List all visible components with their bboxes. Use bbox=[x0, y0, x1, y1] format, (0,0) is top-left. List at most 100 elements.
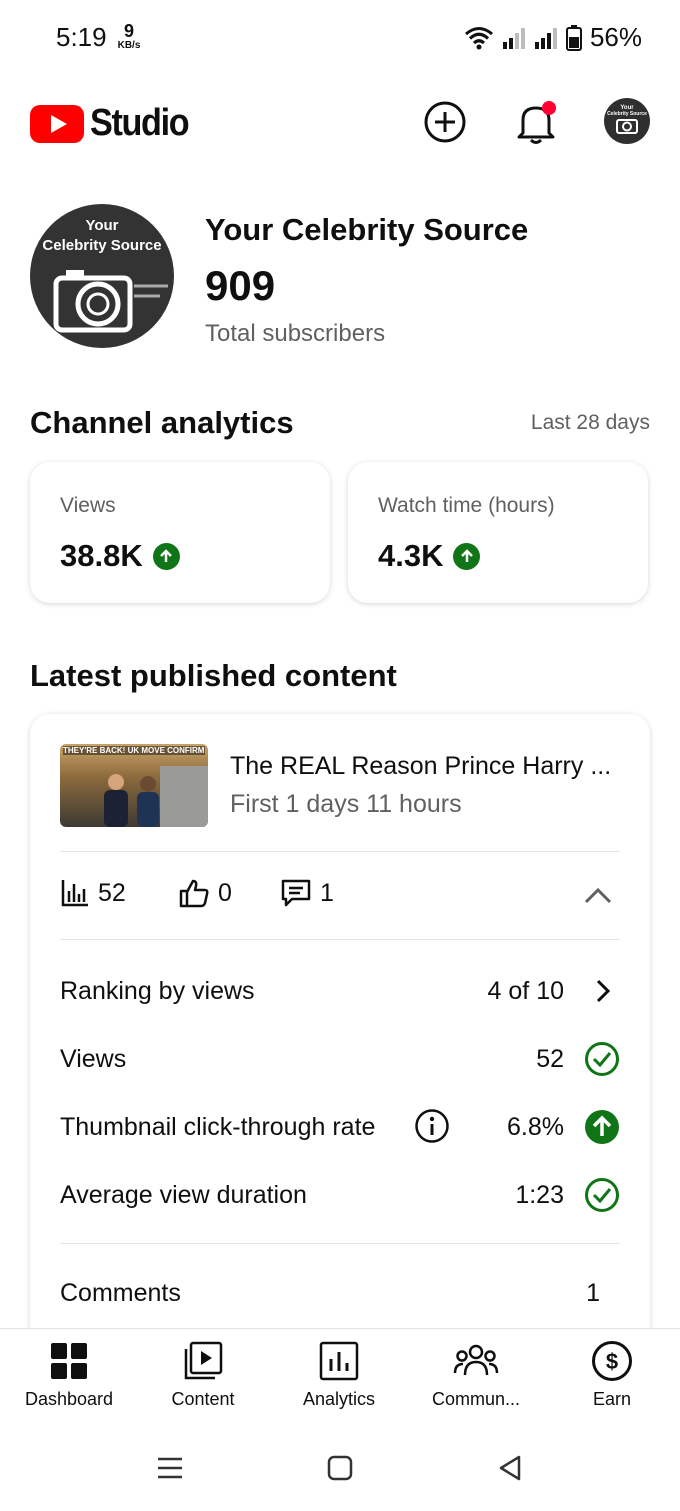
nav-content[interactable]: Content bbox=[143, 1339, 263, 1410]
ranking-row[interactable]: Ranking by views 4 of 10 bbox=[60, 971, 620, 1011]
subscriber-count: 909 bbox=[205, 262, 276, 309]
row-label: Comments bbox=[60, 1278, 181, 1307]
latest-content-title: Latest published content bbox=[30, 658, 397, 693]
ctr-row: Thumbnail click-through rate 6.8% bbox=[60, 1107, 620, 1147]
analytics-icon bbox=[319, 1341, 359, 1381]
recent-apps-button[interactable] bbox=[150, 1448, 190, 1488]
channel-avatar[interactable]: Your Celebrity Source bbox=[30, 204, 174, 348]
metric-value: 38.8K bbox=[60, 538, 180, 574]
dashboard-icon bbox=[51, 1343, 87, 1379]
metric-value: 4.3K bbox=[378, 538, 481, 574]
comments-row[interactable]: Comments 1 bbox=[60, 1273, 620, 1313]
nav-analytics[interactable]: Analytics bbox=[279, 1339, 399, 1410]
nav-label: Analytics bbox=[302, 1389, 376, 1409]
youtube-studio-logo[interactable]: Studio bbox=[30, 102, 199, 145]
network-speed-value: 9 bbox=[123, 21, 134, 41]
network-speed-unit: KB/s bbox=[117, 40, 141, 51]
thumbs-up-icon bbox=[179, 879, 209, 908]
row-value: 6.8% bbox=[507, 1112, 564, 1141]
likes-stat-value: 0 bbox=[218, 878, 232, 907]
nav-label: Dashboard bbox=[24, 1389, 114, 1409]
video-stats-row: 52 0 1 bbox=[60, 878, 620, 918]
network-speed: 9 KB/s bbox=[114, 22, 144, 51]
battery-percent: 56% bbox=[589, 22, 642, 52]
channel-header: Your Celebrity Source Your Celebrity Sou… bbox=[30, 204, 650, 349]
square-icon bbox=[327, 1455, 353, 1481]
avg-duration-row: Average view duration 1:23 bbox=[60, 1175, 620, 1215]
views-card[interactable]: Views 38.8K bbox=[30, 462, 330, 603]
status-time: 5:19 bbox=[56, 22, 107, 52]
content-icon bbox=[184, 1341, 223, 1380]
account-avatar[interactable]: Your Celebrity Source bbox=[604, 98, 650, 144]
arrow-up-circle-icon bbox=[584, 1109, 620, 1145]
metric-label: Views bbox=[60, 494, 116, 517]
nav-earn[interactable]: $ Earn bbox=[552, 1339, 672, 1410]
battery-icon bbox=[565, 24, 582, 51]
subscriber-label: Total subscribers bbox=[205, 320, 386, 347]
nav-label: Earn bbox=[592, 1389, 632, 1409]
row-label: Average view duration bbox=[60, 1180, 307, 1209]
camera-logo-icon: Your Celebrity Source bbox=[607, 105, 647, 134]
trend-up-icon bbox=[152, 542, 180, 570]
svg-text:Celebrity Source: Celebrity Source bbox=[607, 111, 647, 117]
trend-up-icon bbox=[453, 542, 481, 570]
camera-icon bbox=[53, 270, 168, 333]
channel-name: Your Celebrity Source bbox=[205, 212, 529, 247]
add-circle-icon bbox=[424, 101, 466, 143]
menu-icon bbox=[158, 1457, 182, 1479]
divider bbox=[60, 851, 620, 852]
nav-label: Commun... bbox=[431, 1389, 521, 1409]
back-button[interactable] bbox=[490, 1448, 530, 1488]
nav-community[interactable]: Commun... bbox=[416, 1339, 536, 1410]
comment-icon bbox=[281, 879, 311, 907]
check-circle-icon bbox=[584, 1177, 620, 1213]
comments-stat-value: 1 bbox=[320, 878, 334, 907]
row-value: 1 bbox=[586, 1278, 600, 1307]
row-label: Views bbox=[60, 1044, 127, 1073]
video-age: First 1 days 11 hours bbox=[230, 790, 462, 818]
row-value: 52 bbox=[536, 1044, 564, 1073]
views-value: 38.8K bbox=[60, 538, 143, 573]
bar-chart-icon bbox=[61, 880, 88, 907]
divider bbox=[60, 1243, 620, 1244]
nav-label: Content bbox=[171, 1389, 235, 1409]
status-icons: 56% bbox=[464, 22, 642, 53]
row-value: 1:23 bbox=[515, 1180, 564, 1209]
info-icon[interactable] bbox=[414, 1108, 450, 1151]
notifications-button[interactable] bbox=[512, 98, 560, 146]
chevron-up-icon bbox=[584, 887, 612, 904]
logo-text: Studio bbox=[90, 102, 190, 144]
views-stat-value: 52 bbox=[98, 878, 126, 907]
check-circle-icon bbox=[584, 1041, 620, 1077]
earn-icon: $ bbox=[592, 1341, 632, 1381]
video-title[interactable]: The REAL Reason Prince Harry ... bbox=[230, 752, 625, 781]
signal-icon bbox=[502, 27, 525, 49]
watch-time-card[interactable]: Watch time (hours) 4.3K bbox=[348, 462, 648, 603]
analytics-period: Last 28 days bbox=[530, 411, 650, 434]
views-row: Views 52 bbox=[60, 1039, 620, 1079]
row-value: 4 of 10 bbox=[487, 976, 564, 1005]
video-thumbnail[interactable]: THEY'RE BACK! UK MOVE CONFIRMED bbox=[60, 744, 208, 827]
row-label: Ranking by views bbox=[60, 976, 255, 1005]
back-triangle-icon bbox=[499, 1455, 521, 1481]
system-navigation bbox=[0, 1418, 680, 1511]
wifi-icon bbox=[464, 26, 493, 49]
youtube-play-icon bbox=[30, 104, 84, 143]
create-button[interactable] bbox=[421, 98, 469, 146]
thumbnail-people-icon bbox=[104, 766, 208, 827]
views-stat: 52 bbox=[60, 878, 126, 908]
app-bar: Studio Your Celebrity Source bbox=[0, 96, 680, 152]
latest-content-card: THEY'RE BACK! UK MOVE CONFIRMED The REAL… bbox=[30, 714, 650, 1354]
nav-dashboard[interactable]: Dashboard bbox=[9, 1339, 129, 1410]
community-icon bbox=[453, 1344, 499, 1376]
home-button[interactable] bbox=[320, 1448, 360, 1488]
bell-icon bbox=[517, 101, 556, 144]
collapse-button[interactable] bbox=[582, 880, 614, 917]
status-bar: 5:19 9 KB/s 56% bbox=[0, 0, 680, 76]
divider bbox=[60, 939, 620, 940]
metric-label: Watch time (hours) bbox=[378, 494, 555, 517]
analytics-title: Channel analytics bbox=[30, 405, 294, 440]
bottom-navigation: Dashboard Content Analytics Commun... $ … bbox=[0, 1328, 680, 1418]
watch-time-value: 4.3K bbox=[378, 538, 444, 573]
signal-icon-2 bbox=[534, 27, 557, 49]
